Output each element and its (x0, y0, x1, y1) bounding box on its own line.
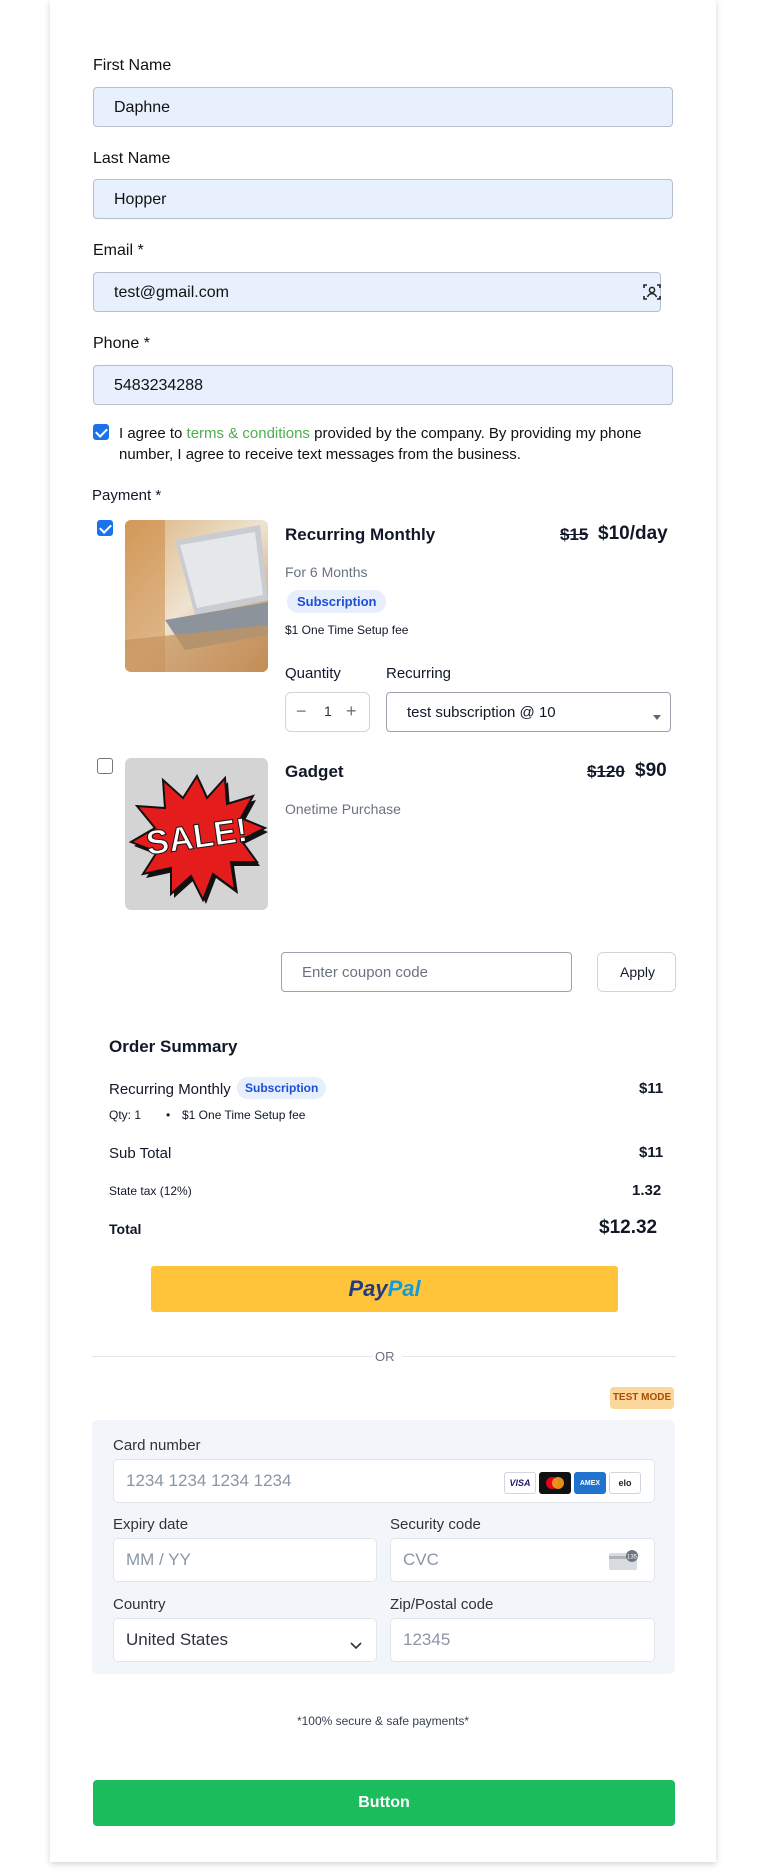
cvc-card-icon: 135 (609, 1550, 639, 1570)
summary-fee: $1 One Time Setup fee (182, 1108, 306, 1122)
total-label: Total (109, 1221, 142, 1237)
quantity-stepper: − 1 + (285, 692, 370, 732)
country-select[interactable]: United States (113, 1618, 377, 1662)
cvc-placeholder: CVC (403, 1550, 439, 1569)
expiry-input[interactable]: MM / YY (113, 1538, 377, 1582)
product-2-subtitle: Onetime Purchase (285, 801, 401, 817)
submit-button[interactable]: Button (93, 1780, 675, 1826)
product-1-price: $10/day (598, 523, 668, 544)
terms-link[interactable]: terms & conditions (187, 425, 310, 442)
paypal-button[interactable]: PayPal (151, 1266, 618, 1312)
card-number-label: Card number (113, 1437, 201, 1454)
country-value: United States (126, 1630, 229, 1649)
mastercard-icon (539, 1472, 571, 1494)
product-2-name: Gadget (285, 762, 344, 781)
total-value: $12.32 (599, 1217, 658, 1238)
last-name-input[interactable]: Hopper (93, 179, 673, 219)
chevron-down-icon (350, 1635, 362, 1655)
last-name-label: Last Name (93, 150, 171, 167)
secure-payments-text: *100% secure & safe payments* (296, 1714, 470, 1728)
order-summary-title: Order Summary (109, 1037, 238, 1056)
summary-fee-bullet: • (166, 1108, 171, 1122)
first-name-label: First Name (93, 57, 172, 74)
expiry-label: Expiry date (113, 1516, 189, 1533)
divider-right (402, 1356, 676, 1357)
elo-icon: elo (609, 1472, 641, 1494)
recurring-label: Recurring (386, 665, 452, 682)
caret-down-icon (653, 715, 661, 720)
product-1-subscription-badge: Subscription (287, 590, 387, 613)
summary-qty: Qty: 1 (109, 1108, 142, 1122)
product-1-old-price: $15 (560, 525, 589, 544)
subtotal-label: Sub Total (109, 1145, 172, 1162)
paypal-logo-pay: Pay (348, 1276, 388, 1301)
quantity-label: Quantity (285, 665, 341, 682)
coupon-placeholder: Enter coupon code (302, 964, 428, 981)
email-label: Email * (93, 242, 144, 259)
payment-label: Payment * (92, 487, 162, 504)
summary-item-name: Recurring Monthly (109, 1081, 231, 1098)
contact-autofill-icon[interactable] (643, 283, 661, 301)
phone-input[interactable]: 5483234288 (93, 365, 673, 405)
tax-value: 1.32 (632, 1182, 662, 1199)
card-number-input[interactable]: 1234 1234 1234 1234 VISA AMEX elo (113, 1459, 655, 1503)
divider-left (92, 1356, 373, 1357)
svg-text:135: 135 (627, 1555, 638, 1561)
agree-text: I agree to terms & conditions provided b… (119, 423, 674, 465)
product-2-price: $90 (635, 760, 667, 781)
quantity-minus-button[interactable]: − (296, 701, 307, 722)
card-number-placeholder: 1234 1234 1234 1234 (126, 1471, 292, 1490)
apply-label: Apply (620, 964, 656, 980)
agree-prefix: I agree to (119, 425, 187, 442)
recurring-select-value: test subscription @ 10 (407, 704, 556, 721)
cvc-input[interactable]: CVC 135 (390, 1538, 655, 1582)
phone-label: Phone * (93, 335, 150, 352)
paypal-logo-pal: Pal (387, 1276, 421, 1301)
amex-icon: AMEX (574, 1472, 606, 1494)
zip-input[interactable]: 12345 (390, 1618, 655, 1662)
or-divider: OR (375, 1349, 395, 1364)
cvc-label: Security code (390, 1516, 481, 1533)
summary-item-badge: Subscription (237, 1077, 327, 1099)
first-name-input[interactable]: Daphne (93, 87, 673, 127)
quantity-plus-button[interactable]: + (346, 701, 357, 722)
product-1-subtitle: For 6 Months (285, 564, 368, 580)
agree-checkbox[interactable] (93, 424, 109, 440)
tax-label: State tax (12%) (109, 1184, 192, 1198)
visa-icon: VISA (504, 1472, 536, 1494)
product-2-checkbox[interactable] (97, 758, 113, 774)
summary-item-price: $11 (639, 1080, 664, 1097)
country-label: Country (113, 1596, 166, 1613)
coupon-input[interactable]: Enter coupon code (281, 952, 572, 992)
recurring-select[interactable]: test subscription @ 10 (386, 692, 671, 732)
email-input[interactable]: test@gmail.com (93, 272, 661, 312)
product-1-image (125, 520, 268, 672)
subtotal-value: $11 (639, 1144, 664, 1161)
test-mode-badge: TEST MODE (610, 1387, 674, 1409)
product-1-setup-fee: $1 One Time Setup fee (285, 623, 409, 637)
zip-label: Zip/Postal code (390, 1596, 494, 1613)
quantity-value[interactable]: 1 (324, 703, 332, 719)
product-1-checkbox[interactable] (97, 520, 113, 536)
product-2-old-price: $120 (587, 762, 625, 781)
apply-coupon-button[interactable]: Apply (597, 952, 676, 992)
product-1-name: Recurring Monthly (285, 525, 436, 544)
product-2-image: SALE! (125, 758, 268, 910)
